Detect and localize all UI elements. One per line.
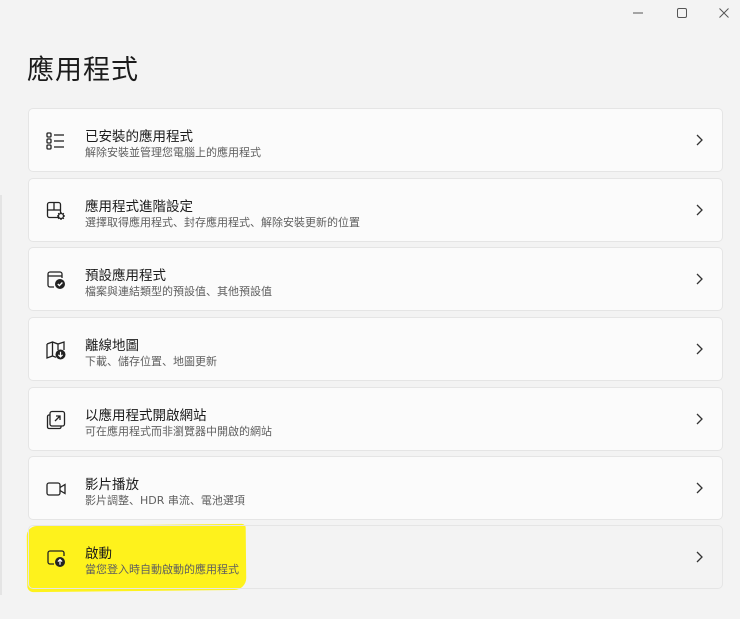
item-title: 已安裝的應用程式 (85, 129, 193, 145)
page-title: 應用程式 (27, 55, 139, 86)
chevron-right-icon (692, 550, 706, 564)
item-description: 選擇取得應用程式、封存應用程式、解除安裝更新的位置 (85, 216, 360, 229)
installed-apps-item[interactable]: 已安裝的應用程式 解除安裝並管理您電腦上的應用程式 (28, 108, 723, 172)
chevron-right-icon (692, 133, 706, 147)
minimize-button[interactable] (616, 0, 660, 26)
video-playback-icon (45, 478, 67, 500)
chevron-right-icon (692, 272, 706, 286)
apps-for-websites-icon (45, 409, 67, 431)
item-description: 解除安裝並管理您電腦上的應用程式 (85, 146, 261, 159)
maximize-icon (677, 8, 687, 18)
apps-for-websites-item[interactable]: 以應用程式開啟網站 可在應用程式而非瀏覽器中開啟的網站 (28, 387, 723, 451)
minimize-icon (633, 12, 643, 14)
close-button[interactable] (702, 0, 740, 26)
advanced-app-settings-item[interactable]: 應用程式進階設定 選擇取得應用程式、封存應用程式、解除安裝更新的位置 (28, 178, 723, 242)
maximize-button[interactable] (660, 0, 704, 26)
item-title: 以應用程式開啟網站 (85, 408, 207, 424)
nav-pane-edge (0, 195, 2, 595)
chevron-right-icon (692, 203, 706, 217)
startup-item[interactable]: 啟動 當您登入時自動啟動的應用程式 (28, 525, 723, 589)
offline-maps-icon (45, 339, 67, 361)
item-title: 啟動 (85, 546, 112, 562)
item-description: 下載、儲存位置、地圖更新 (85, 355, 217, 368)
startup-icon (45, 547, 67, 569)
installed-apps-list-icon (45, 130, 67, 152)
close-icon (719, 8, 729, 18)
chevron-right-icon (692, 342, 706, 356)
item-description: 檔案與連結類型的預設值、其他預設值 (85, 285, 272, 298)
item-description: 當您登入時自動啟動的應用程式 (85, 563, 239, 576)
item-title: 應用程式進階設定 (85, 199, 193, 215)
video-playback-item[interactable]: 影片播放 影片調整、HDR 串流、電池選項 (28, 456, 723, 520)
default-apps-icon (45, 269, 67, 291)
settings-window: 應用程式 已安裝的應用程式 解除安裝並管理您電腦上的應用程式 應用程式進階設定 … (0, 0, 740, 619)
advanced-app-settings-icon (45, 200, 67, 222)
chevron-right-icon (692, 412, 706, 426)
item-description: 影片調整、HDR 串流、電池選項 (85, 494, 245, 507)
item-title: 影片播放 (85, 477, 139, 493)
offline-maps-item[interactable]: 離線地圖 下載、儲存位置、地圖更新 (28, 317, 723, 381)
item-title: 預設應用程式 (85, 268, 166, 284)
chevron-right-icon (692, 481, 706, 495)
item-description: 可在應用程式而非瀏覽器中開啟的網站 (85, 425, 272, 438)
default-apps-item[interactable]: 預設應用程式 檔案與連結類型的預設值、其他預設值 (28, 247, 723, 311)
item-title: 離線地圖 (85, 338, 139, 354)
